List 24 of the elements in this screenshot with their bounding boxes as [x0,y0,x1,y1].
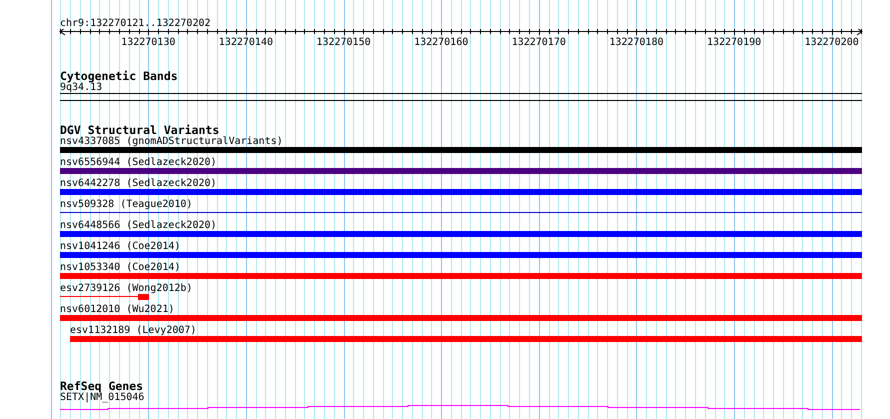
tick-label: 132270190 [706,37,762,48]
tick-label: 132270160 [414,37,468,48]
band-label: 9q34.13 [60,83,102,93]
track-title: RefSeq Genes [60,380,144,392]
variant-label: nsv6448566 (Sedlazeck2020) [60,220,217,231]
tick-label: 132270150 [316,37,371,48]
tick-label: 132270130 [121,37,176,48]
region-label: chr9:132270121..132270202 [60,18,211,29]
variant-label: nsv6012010 (Wu2021) [60,304,174,315]
variant-label: nsv6556944 (Sedlazeck2020) [60,157,217,168]
tick-label: 132270140 [218,37,273,48]
track-title: DGV Structural Variants [60,124,220,136]
variant-label: nsv1053340 (Coe2014) [60,262,180,273]
variant-label: nsv6442278 (Sedlazeck2020) [60,178,217,189]
variant-label: nsv509328 (Teague2010) [60,199,192,210]
variant-label: nsv1041246 (Coe2014) [60,241,180,252]
variant-label: nsv4337085 (gnomADStructuralVariants) [60,136,283,147]
gene-label: SETX|NM_015046 [60,392,144,403]
tick-label: 132270170 [512,37,566,48]
tick-label: 132270200 [804,37,859,48]
variant-label: esv1132189 (Levy2007) [70,325,196,336]
variant-label: esv2739126 (Wong2012b) [60,283,192,294]
track-title: Cytogenetic Bands [60,70,178,82]
tick-label: 132270180 [609,37,664,48]
